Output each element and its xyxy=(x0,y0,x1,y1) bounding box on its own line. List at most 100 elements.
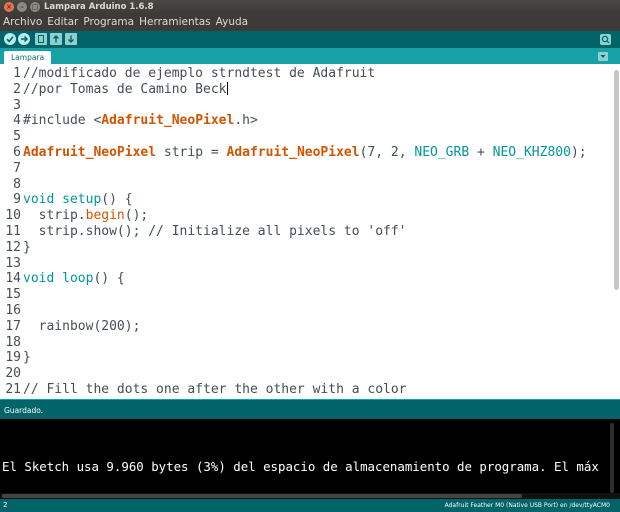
verify-button[interactable] xyxy=(4,33,16,45)
status-bar: Guardado. xyxy=(0,399,620,419)
arrow-right-icon xyxy=(21,35,29,43)
tab-menu-button[interactable] xyxy=(598,52,608,61)
open-button[interactable] xyxy=(50,33,62,45)
menu-programa[interactable]: Programa xyxy=(83,14,134,31)
code-line: 8 xyxy=(0,177,612,193)
board-port-info: Adafruit Feather M0 (Native USB Port) en… xyxy=(444,502,610,509)
maximize-window-button[interactable]: □ xyxy=(30,2,40,12)
new-file-icon xyxy=(38,35,44,43)
code-token: //modificado de ejemplo strndtest de Ada… xyxy=(23,66,376,81)
line-number: 17 xyxy=(5,318,21,334)
menu-editar[interactable]: Editar xyxy=(47,14,78,31)
code-text: rainbow(200); xyxy=(23,318,141,335)
code-token: .h> xyxy=(234,113,258,129)
code-line: 14 void loop() { xyxy=(0,271,612,287)
line-number: 18 xyxy=(5,334,21,350)
arrow-down-icon xyxy=(68,35,74,43)
code-line: 4 #include <Adafruit_NeoPixel.h> xyxy=(0,113,612,129)
console-vertical-scrollbar[interactable] xyxy=(610,423,614,493)
arrow-up-icon xyxy=(53,35,59,43)
code-token: () { xyxy=(93,271,125,287)
code-line: 10 strip.begin(); xyxy=(0,208,612,224)
code-token: void xyxy=(23,192,55,208)
menu-ayuda[interactable]: Ayuda xyxy=(216,14,248,31)
code-editor[interactable]: 1//modificado de ejemplo strndtest de Ad… xyxy=(0,64,620,399)
editor-scroll-thumb[interactable] xyxy=(614,70,619,290)
code-token: (); xyxy=(124,208,149,224)
line-number: 4 xyxy=(13,113,21,129)
code-line: 6 Adafruit_NeoPixel strip = Adafruit_NeoP… xyxy=(0,145,612,161)
code-line: 15 xyxy=(0,287,612,303)
minimize-window-button[interactable]: – xyxy=(17,2,27,12)
editor-vertical-scrollbar[interactable] xyxy=(612,64,620,399)
code-token: #include < xyxy=(23,113,102,129)
code-token: strip = xyxy=(156,145,227,160)
code-token: Adafruit_NeoPixel xyxy=(101,113,235,129)
status-message: Guardado. xyxy=(4,406,44,415)
code-line: 3 xyxy=(0,98,612,114)
serial-monitor-button[interactable] xyxy=(600,34,611,45)
code-token: } xyxy=(23,239,31,255)
code-token: setup xyxy=(62,192,102,208)
code-line: 9 void setup() { xyxy=(0,192,612,208)
code-token: //por Tomas de Camino Beck xyxy=(23,81,227,97)
code-token: Adafruit_NeoPixel xyxy=(23,145,157,160)
tab-bar: Lampara xyxy=(0,48,620,64)
line-number: 7 xyxy=(13,160,21,176)
code-token: strip.show(); // Initialize all pixels t… xyxy=(23,224,407,239)
console-scroll-thumb[interactable] xyxy=(2,494,522,498)
code-line: 12} xyxy=(0,240,612,256)
line-number: 11 xyxy=(5,224,21,239)
code-line: 1//modificado de ejemplo strndtest de Ad… xyxy=(0,66,612,82)
code-token: void xyxy=(23,271,55,287)
footer-bar: 2 Adafruit Feather M0 (Native USB Port) … xyxy=(0,499,620,512)
line-number: 10 xyxy=(5,208,21,224)
console-output-text: El Sketch usa 9.960 bytes (3%) del espac… xyxy=(2,459,599,474)
menu-archivo[interactable]: Archivo xyxy=(3,14,42,31)
code-token: + xyxy=(469,145,493,160)
code-text: //modificado de ejemplo strndtest de Ada… xyxy=(23,66,375,82)
close-window-button[interactable]: × xyxy=(4,2,14,12)
code-line: 13 xyxy=(0,256,612,272)
code-token: NEO_KHZ800 xyxy=(492,145,571,160)
code-line: 2//por Tomas de Camino Beck xyxy=(0,81,612,98)
line-number: 6 xyxy=(13,145,21,160)
tab-lampara[interactable]: Lampara xyxy=(4,51,52,64)
line-number: 15 xyxy=(5,287,21,303)
menu-herramientas[interactable]: Herramientas xyxy=(139,14,211,31)
code-line: 16 xyxy=(0,303,612,319)
save-button[interactable] xyxy=(65,33,77,45)
magnifier-icon xyxy=(601,35,610,44)
code-text: // Fill the dots one after the other wit… xyxy=(23,382,407,398)
code-token: begin xyxy=(85,208,125,224)
current-line-number: 2 xyxy=(3,501,8,509)
code-token: } xyxy=(23,350,31,366)
code-text: } xyxy=(23,240,31,256)
toolbar xyxy=(0,31,620,48)
upload-button[interactable] xyxy=(18,33,30,45)
line-number: 13 xyxy=(5,255,21,271)
chevron-down-icon xyxy=(600,55,606,58)
code-token: Adafruit_NeoPixel xyxy=(226,145,360,160)
code-text: Adafruit_NeoPixel strip = Adafruit_NeoPi… xyxy=(23,145,587,161)
code-token: rainbow(200); xyxy=(23,318,141,334)
code-line: 5 xyxy=(0,129,612,145)
code-text: } xyxy=(23,350,31,366)
code-token: strip. xyxy=(23,208,86,224)
text-cursor xyxy=(226,81,228,95)
menu-bar: Archivo Editar Programa Herramientas Ayu… xyxy=(0,14,620,31)
code-line: 18 xyxy=(0,335,612,351)
code-text: strip.show(); // Initialize all pixels t… xyxy=(23,224,407,240)
output-console[interactable]: El Sketch usa 9.960 bytes (3%) del espac… xyxy=(0,419,620,499)
new-sketch-button[interactable] xyxy=(35,33,47,45)
code-text: //por Tomas de Camino Beck xyxy=(23,81,228,98)
code-line: 17 rainbow(200); xyxy=(0,319,612,335)
code-text: strip.begin(); xyxy=(23,208,149,224)
title-bar: × – □ Lampara Arduino 1.6.8 xyxy=(0,0,620,14)
line-number: 5 xyxy=(13,129,21,145)
code-token: ); xyxy=(570,145,587,160)
code-line: 11 strip.show(); // Initialize all pixel… xyxy=(0,224,612,240)
window-title: Lampara Arduino 1.6.8 xyxy=(44,2,154,12)
